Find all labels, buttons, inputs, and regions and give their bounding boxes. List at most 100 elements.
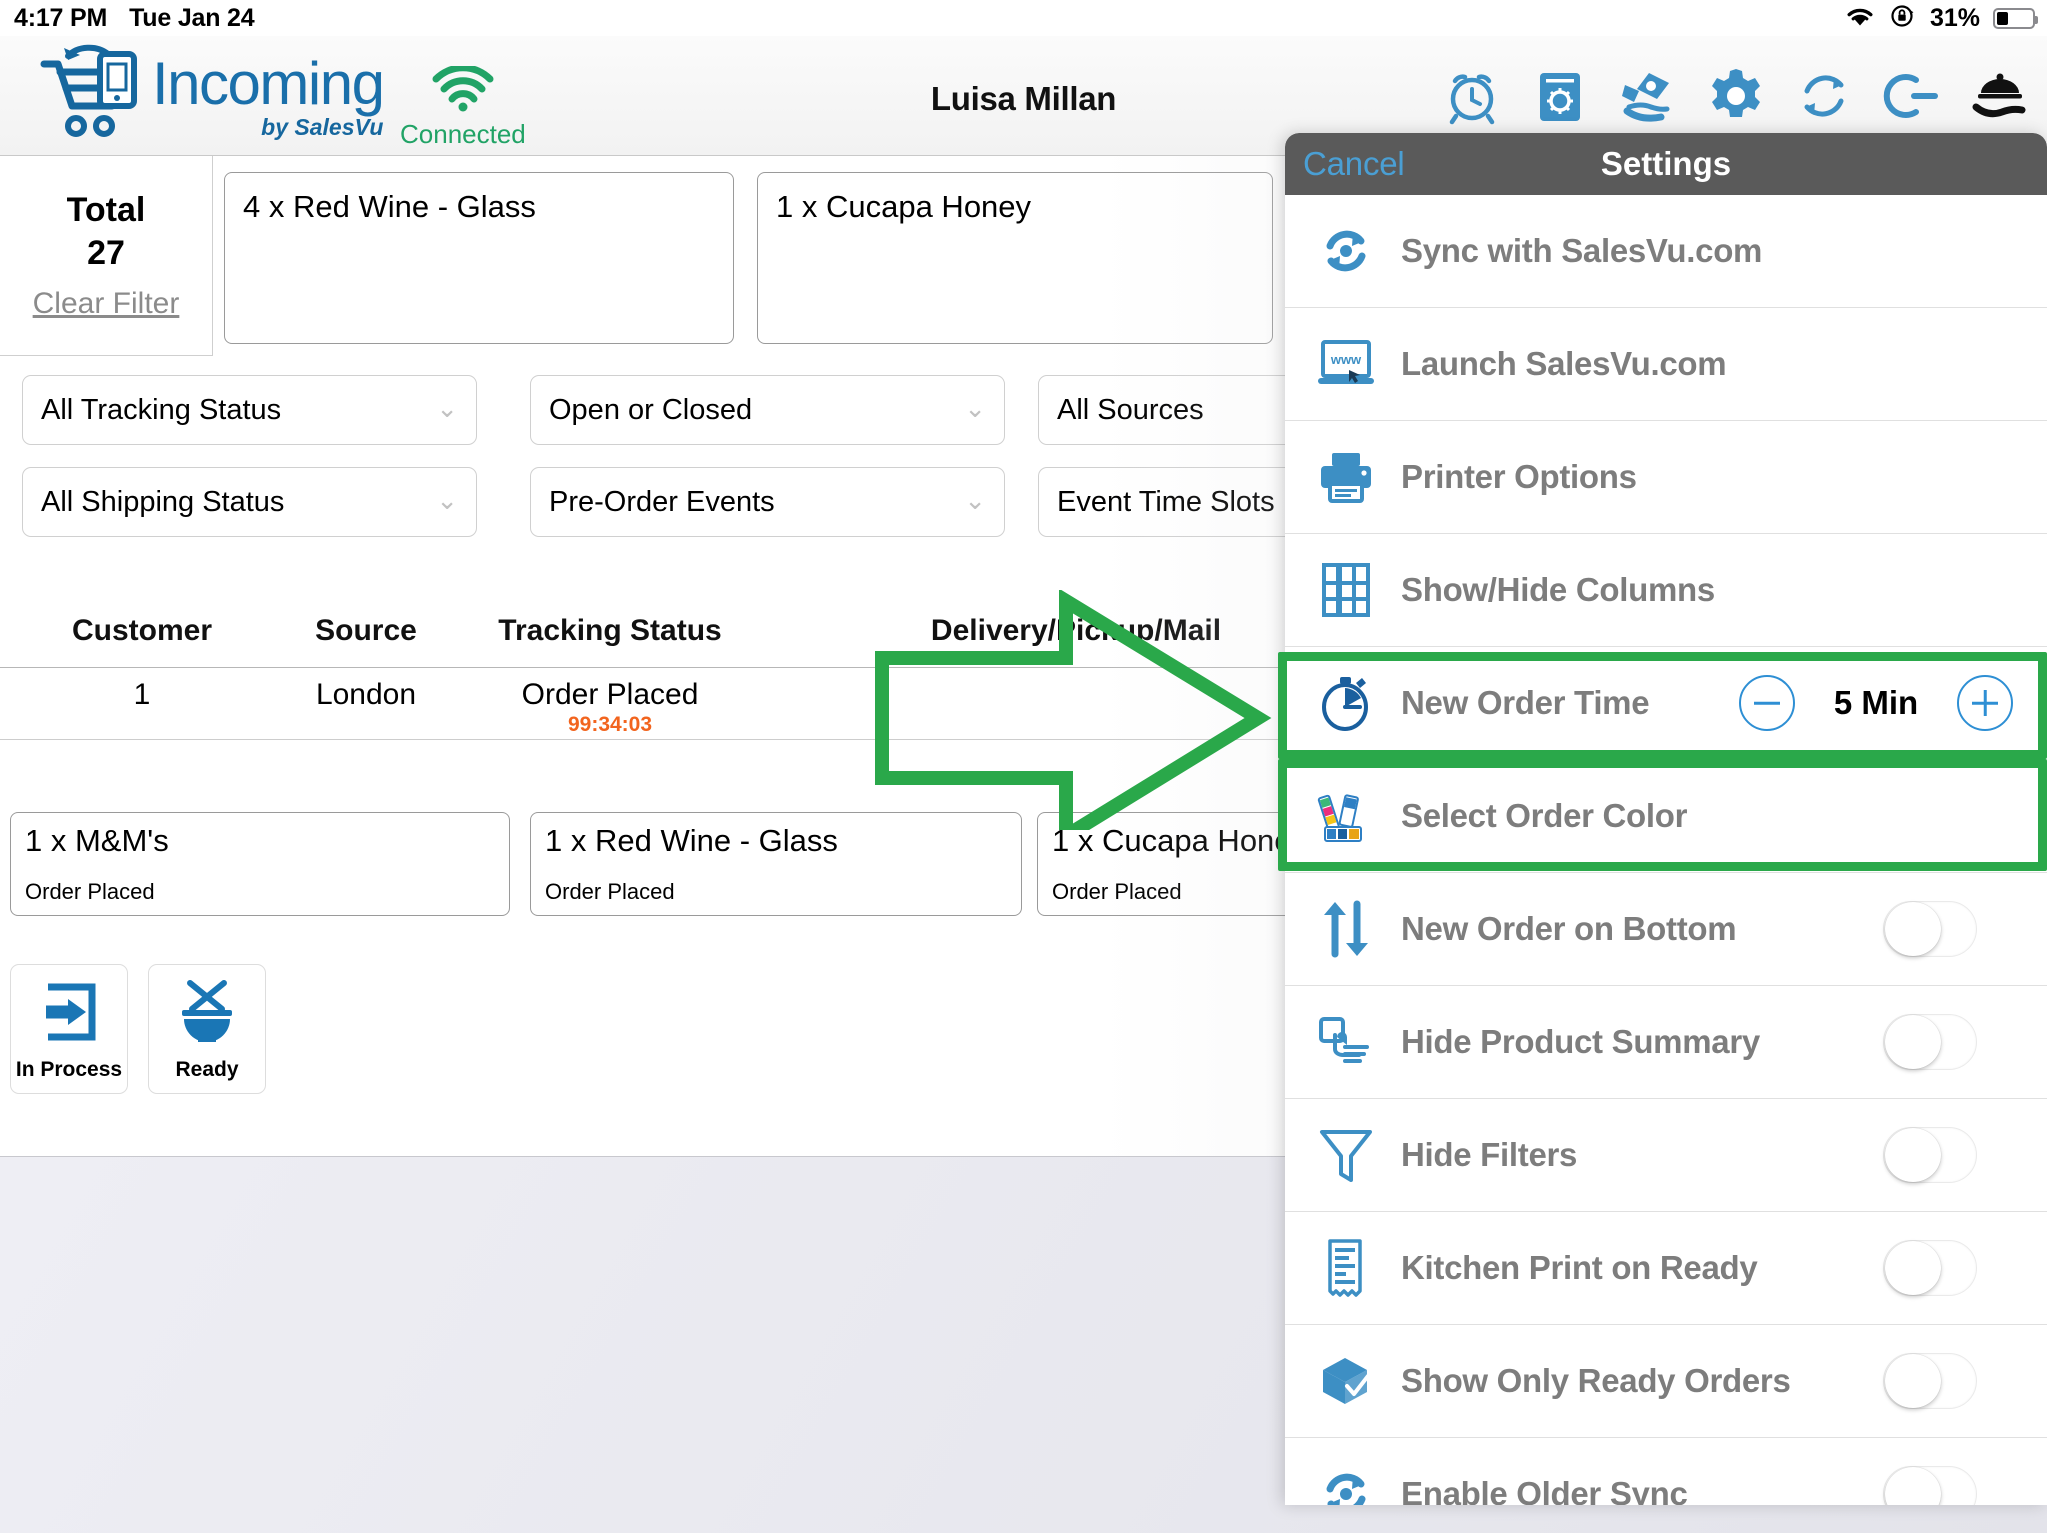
header-icon-bar: [1439, 64, 2033, 128]
settings-item-label: Hide Product Summary: [1401, 1023, 1760, 1060]
order-item-card[interactable]: 1 x Red Wine - Glass Order Placed: [530, 812, 1022, 916]
settings-item-new-order-on-bottom[interactable]: New Order on Bottom: [1285, 873, 2047, 986]
settings-item-label: Select Order Color: [1401, 797, 1688, 834]
order-item-card[interactable]: 1 x M&M's Order Placed: [10, 812, 510, 916]
funnel-icon: [1309, 1124, 1383, 1186]
order-item-status: Order Placed: [1052, 879, 1182, 904]
settings-item-launch-salesvu[interactable]: www Launch SalesVu.com: [1285, 308, 2047, 421]
column-header-customer[interactable]: Customer: [40, 614, 244, 648]
chevron-down-icon: ⌄: [964, 392, 986, 423]
settings-item-select-order-color[interactable]: Select Order Color: [1285, 760, 2047, 873]
logo-title: Incoming: [152, 50, 385, 117]
total-value: 27: [87, 233, 125, 272]
status-date: Tue Jan 24: [129, 3, 255, 32]
decrement-button[interactable]: [1739, 675, 1795, 731]
chevron-down-icon: ⌄: [964, 484, 986, 515]
rotation-lock-icon: [1889, 3, 1917, 34]
ready-label: Ready: [175, 1057, 239, 1081]
browser-www-icon: www: [1309, 336, 1383, 392]
alarm-clock-icon[interactable]: [1439, 64, 1505, 128]
filter-pre-order-events[interactable]: Pre-Order Events ⌄: [530, 467, 1005, 537]
cancel-button[interactable]: Cancel: [1303, 145, 1405, 183]
settings-item-new-order-time[interactable]: New Order Time 5 Min: [1285, 647, 2047, 760]
cell-tracking-status: Order Placed 99:34:03: [470, 678, 750, 737]
filter-label: All Sources: [1057, 393, 1204, 426]
chevron-down-icon: ⌄: [436, 484, 458, 515]
filter-label: All Shipping Status: [41, 485, 285, 518]
settings-item-label: Launch SalesVu.com: [1401, 345, 1727, 382]
columns-grid-icon: [1309, 559, 1383, 621]
battery-percent: 31%: [1929, 3, 1980, 32]
settings-item-sync-with-salesvu[interactable]: Sync with SalesVu.com: [1285, 195, 2047, 308]
gear-icon[interactable]: [1703, 64, 1769, 128]
enter-arrow-icon: [32, 977, 106, 1052]
column-header-delivery-pickup-mail[interactable]: Delivery/Pickup/Mail: [866, 614, 1286, 648]
filter-all-tracking-status[interactable]: All Tracking Status ⌄: [22, 375, 477, 445]
settings-item-printer-options[interactable]: Printer Options: [1285, 421, 2047, 534]
column-header-source[interactable]: Source: [262, 614, 470, 648]
logout-icon[interactable]: [1879, 64, 1945, 128]
svg-text:www: www: [1330, 352, 1362, 367]
tracking-timer: 99:34:03: [567, 713, 653, 736]
serve-dish-icon[interactable]: [1967, 64, 2033, 128]
cell-customer: 1: [133, 678, 151, 711]
settings-item-enable-older-sync[interactable]: Enable Older Sync: [1285, 1438, 2047, 1505]
printer-icon: [1309, 448, 1383, 506]
status-bar-right: 31%: [1844, 0, 2038, 36]
settings-item-show-only-ready-orders[interactable]: Show Only Ready Orders: [1285, 1325, 2047, 1438]
product-summary-card[interactable]: 1 x Cucapa Honey: [757, 172, 1273, 344]
toggle-enable-older-sync[interactable]: [1883, 1466, 1977, 1505]
settings-item-hide-product-summary[interactable]: Hide Product Summary: [1285, 986, 2047, 1099]
battery-icon: [1993, 7, 2038, 29]
settings-header: Cancel Settings: [1285, 133, 2047, 195]
filter-label: Open or Closed: [549, 393, 753, 426]
toggle-new-order-on-bottom[interactable]: [1883, 901, 1977, 957]
settings-panel[interactable]: Cancel Settings Sync with SalesVu.com ww…: [1285, 133, 2047, 1505]
order-item-status: Order Placed: [25, 879, 155, 904]
settings-item-label: Enable Older Sync: [1401, 1475, 1688, 1505]
new-order-time-stepper[interactable]: 5 Min: [1739, 675, 2013, 731]
ready-button[interactable]: Ready: [148, 964, 266, 1094]
color-swatch-icon: [1309, 785, 1383, 847]
clear-filter-link[interactable]: Clear Filter: [33, 287, 180, 321]
device-settings-icon[interactable]: [1527, 64, 1593, 128]
settings-item-label: Show Only Ready Orders: [1401, 1362, 1791, 1399]
filter-all-shipping-status[interactable]: All Shipping Status ⌄: [22, 467, 477, 537]
column-header-tracking-status[interactable]: Tracking Status: [490, 614, 730, 648]
toggle-hide-filters[interactable]: [1883, 1127, 1977, 1183]
status-bar-left: 4:17 PM Tue Jan 24: [0, 3, 255, 33]
tracking-status-text: Order Placed: [521, 678, 699, 711]
product-summary-card[interactable]: 4 x Red Wine - Glass: [224, 172, 734, 344]
settings-item-show-hide-columns[interactable]: Show/Hide Columns: [1285, 534, 2047, 647]
total-label: Total: [66, 190, 146, 229]
toggle-hide-product-summary[interactable]: [1883, 1014, 1977, 1070]
toggle-show-only-ready-orders[interactable]: [1883, 1353, 1977, 1409]
toggle-kitchen-print-on-ready[interactable]: [1883, 1240, 1977, 1296]
settings-item-label: Kitchen Print on Ready: [1401, 1249, 1758, 1286]
increment-button[interactable]: [1957, 675, 2013, 731]
in-process-button[interactable]: In Process: [10, 964, 128, 1094]
app-logo: Incoming by SalesVu: [38, 44, 385, 145]
bowl-chopsticks-icon: [170, 977, 244, 1052]
chevron-down-icon: ⌄: [436, 392, 458, 423]
ios-status-bar: 4:17 PM Tue Jan 24 31%: [0, 0, 2047, 36]
receipt-icon: [1309, 1237, 1383, 1299]
filter-label: Pre-Order Events: [549, 485, 775, 518]
wifi-icon: [1844, 4, 1876, 33]
sync-icon: [1309, 1463, 1383, 1505]
order-item-status: Order Placed: [545, 879, 675, 904]
box-check-icon: [1309, 1352, 1383, 1410]
settings-item-label: Hide Filters: [1401, 1136, 1578, 1173]
settings-item-label: New Order Time: [1401, 684, 1650, 721]
logo-subtitle: by SalesVu: [261, 114, 384, 140]
settings-item-hide-filters[interactable]: Hide Filters: [1285, 1099, 2047, 1212]
settings-item-kitchen-print-on-ready[interactable]: Kitchen Print on Ready: [1285, 1212, 2047, 1325]
cash-payout-icon[interactable]: [1615, 64, 1681, 128]
refresh-sync-icon[interactable]: [1791, 64, 1857, 128]
filter-open-or-closed[interactable]: Open or Closed ⌄: [530, 375, 1005, 445]
status-time: 4:17 PM: [14, 3, 108, 32]
cell-source: London: [315, 678, 417, 711]
settings-item-label: Printer Options: [1401, 458, 1637, 495]
filter-label: Event Time Slots: [1057, 485, 1275, 518]
connection-label: Connected: [400, 119, 526, 149]
